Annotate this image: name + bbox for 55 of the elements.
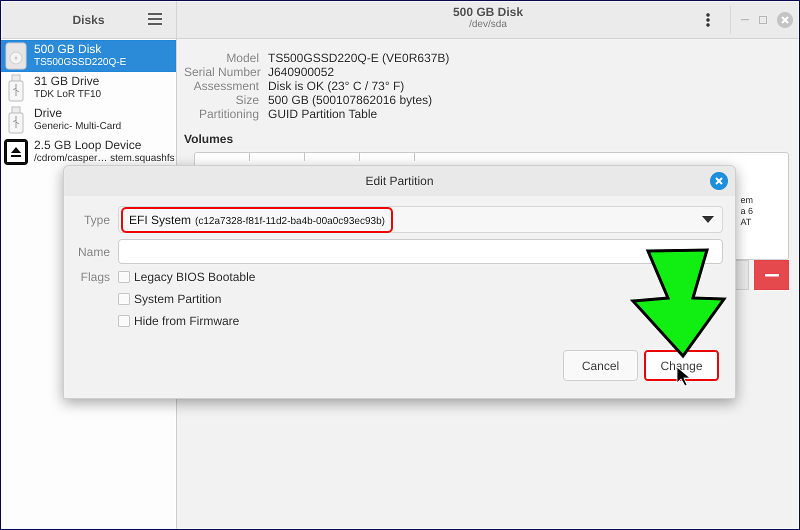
detail-label: Model [225,51,259,65]
detail-value: TS500GSSD220Q-E (VE0R637B) [268,51,450,65]
device-name: Drive [34,107,64,120]
field-label: Type [82,212,110,226]
minimize-icon[interactable] [741,18,749,20]
detail-value: GUID Partition Table [268,107,378,121]
checkbox-label: System Partition [134,292,222,306]
device-name: 2.5 GB Loop Device [34,139,142,152]
device-detail: Generic- Multi-Card [34,120,122,133]
sidebar-item[interactable]: Drive Generic- Multi-Card [1,104,176,136]
sidebar-item[interactable]: 31 GB Drive TDK LoR TF10 [1,72,176,104]
window-subtitle: /dev/sda [469,19,507,30]
delete-button[interactable] [754,260,789,290]
minus-icon [764,274,778,276]
detail-value: Disk is OK (23° C / 73° F) [268,79,406,93]
field-label: Name [76,244,110,258]
device-detail: /cdrom/casper… stem.squashfs [34,152,175,165]
usb-drive-icon [8,106,24,134]
section-heading: Volumes [184,132,234,146]
partition-info: a 6 [740,206,753,217]
name-field[interactable] [118,239,723,264]
checkbox-label: Legacy BIOS Bootable [134,270,256,284]
dialog-button[interactable]: Change [644,350,719,381]
device-detail: TS500GSSD220Q-E [34,56,126,69]
caret-icon [702,216,714,224]
device-detail: TDK LoR TF10 [34,88,102,101]
detail-label: Assessment [192,79,259,93]
detail-value: 500 GB (500107862016 bytes) [268,93,434,107]
dialog-title: Edit Partition [365,174,434,188]
detail-label: Size [234,93,259,107]
eject-icon [4,139,28,165]
partition-info: em [740,195,753,206]
device-name: 500 GB Disk [34,43,102,56]
maximize-icon[interactable] [759,16,767,24]
detail-label: Serial Number [184,65,259,79]
window-title: 500 GB Disk [452,5,524,19]
close-icon[interactable] [777,12,793,28]
type-dropdown[interactable]: EFI System (c12a7328-f81f-11d2-ba4b-00a0c93ec93b) [118,206,723,233]
device-name: 31 GB Drive [34,75,100,88]
checkbox-label: Hide from Firmware [134,314,240,328]
menu-icon[interactable] [148,13,162,25]
checkbox[interactable] [118,293,130,305]
close-icon[interactable] [710,172,728,190]
checkbox[interactable] [118,315,130,327]
sidebar-title: Disks [72,12,105,26]
dialog-button[interactable]: Cancel [563,350,638,381]
sidebar-item[interactable]: 2.5 GB Loop Device /cdrom/casper… stem.squashfs [1,136,176,168]
partition-info: AT [740,217,752,228]
checkbox[interactable] [118,271,130,283]
field-label: Flags [80,270,110,284]
more-options-icon[interactable] [706,12,710,26]
usb-drive-icon [8,74,24,102]
detail-label: Partitioning [198,107,259,121]
detail-value: J640900052 [268,65,336,79]
sidebar-item[interactable]: 500 GB Disk TS500GSSD220Q-E [1,40,176,72]
